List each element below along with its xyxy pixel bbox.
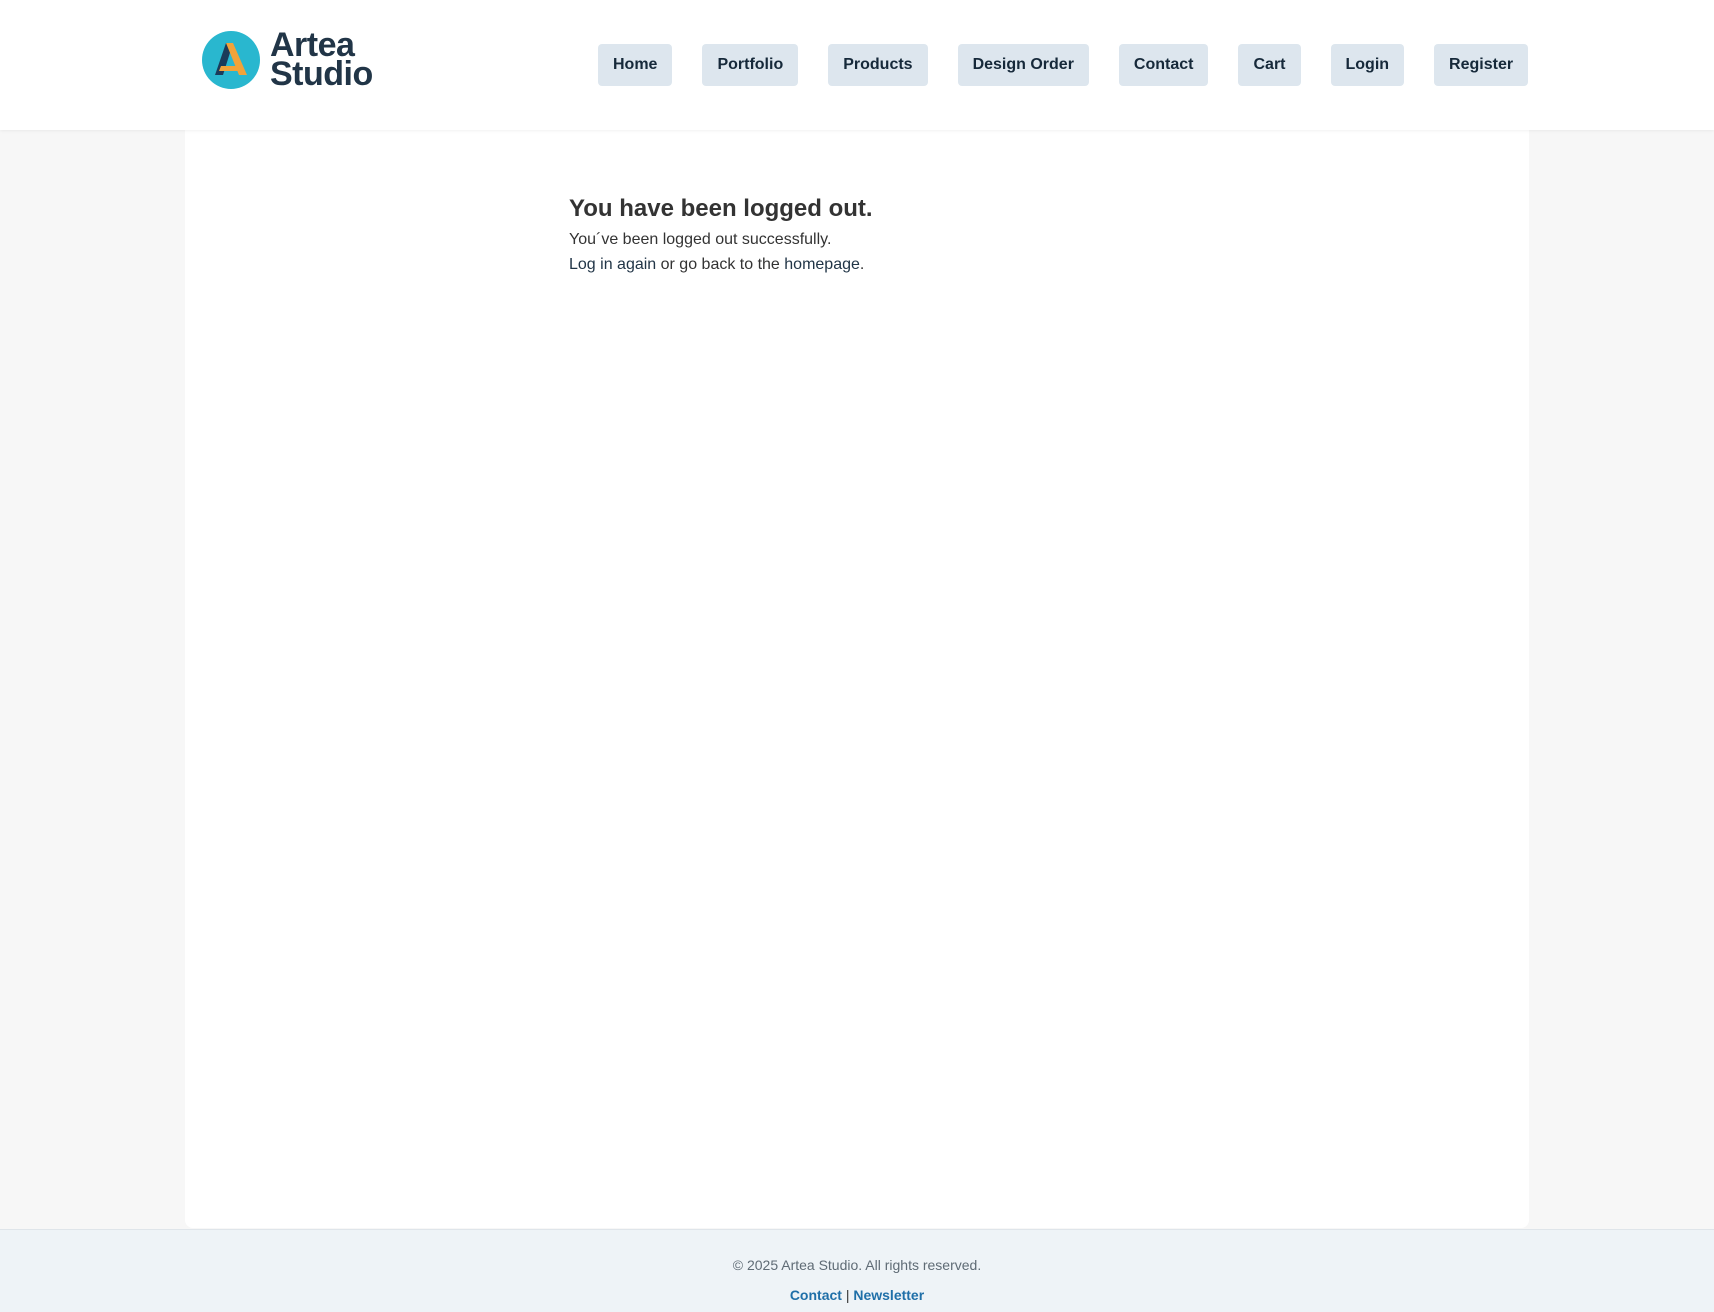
main-nav: Home Portfolio Products Design Order Con… bbox=[598, 44, 1529, 86]
logout-message-block: You have been logged out. You´ve been lo… bbox=[569, 194, 873, 277]
next-steps-text: Log in again or go back to the homepage. bbox=[569, 252, 873, 277]
nav-cart-button[interactable]: Cart bbox=[1238, 44, 1301, 86]
main-content-card: You have been logged out. You´ve been lo… bbox=[185, 130, 1529, 1228]
end-punctuation: . bbox=[859, 256, 865, 273]
footer-links: Contact | Newsletter bbox=[0, 1286, 1714, 1304]
middle-text: or go back to the bbox=[656, 256, 785, 273]
logout-success-text: You´ve been logged out successfully. bbox=[569, 231, 832, 248]
footer-separator: | bbox=[841, 1287, 854, 1303]
nav-portfolio-button[interactable]: Portfolio bbox=[702, 44, 799, 86]
logo-line-2: Studio bbox=[270, 55, 373, 93]
login-again-link[interactable]: Log in again bbox=[569, 256, 656, 273]
logo-link[interactable]: Artea Studio bbox=[202, 28, 373, 92]
footer-contact-link[interactable]: Contact bbox=[790, 1287, 842, 1303]
homepage-link[interactable]: homepage bbox=[784, 256, 860, 273]
nav-home-button[interactable]: Home bbox=[598, 44, 673, 86]
logo-wordmark: Artea Studio bbox=[270, 28, 373, 93]
nav-contact-button[interactable]: Contact bbox=[1118, 44, 1209, 86]
logo-icon bbox=[202, 31, 260, 89]
nav-design-order-button[interactable]: Design Order bbox=[957, 44, 1089, 86]
nav-login-button[interactable]: Login bbox=[1330, 44, 1405, 86]
footer-newsletter-link[interactable]: Newsletter bbox=[853, 1287, 924, 1303]
site-header: Artea Studio Home Portfolio Products Des… bbox=[0, 0, 1714, 130]
page-title: You have been logged out. bbox=[569, 195, 873, 222]
site-footer: © 2025 Artea Studio. All rights reserved… bbox=[0, 1229, 1714, 1312]
nav-register-button[interactable]: Register bbox=[1434, 44, 1529, 86]
copyright-text: © 2025 Artea Studio. All rights reserved… bbox=[732, 1257, 982, 1273]
nav-products-button[interactable]: Products bbox=[828, 44, 928, 86]
